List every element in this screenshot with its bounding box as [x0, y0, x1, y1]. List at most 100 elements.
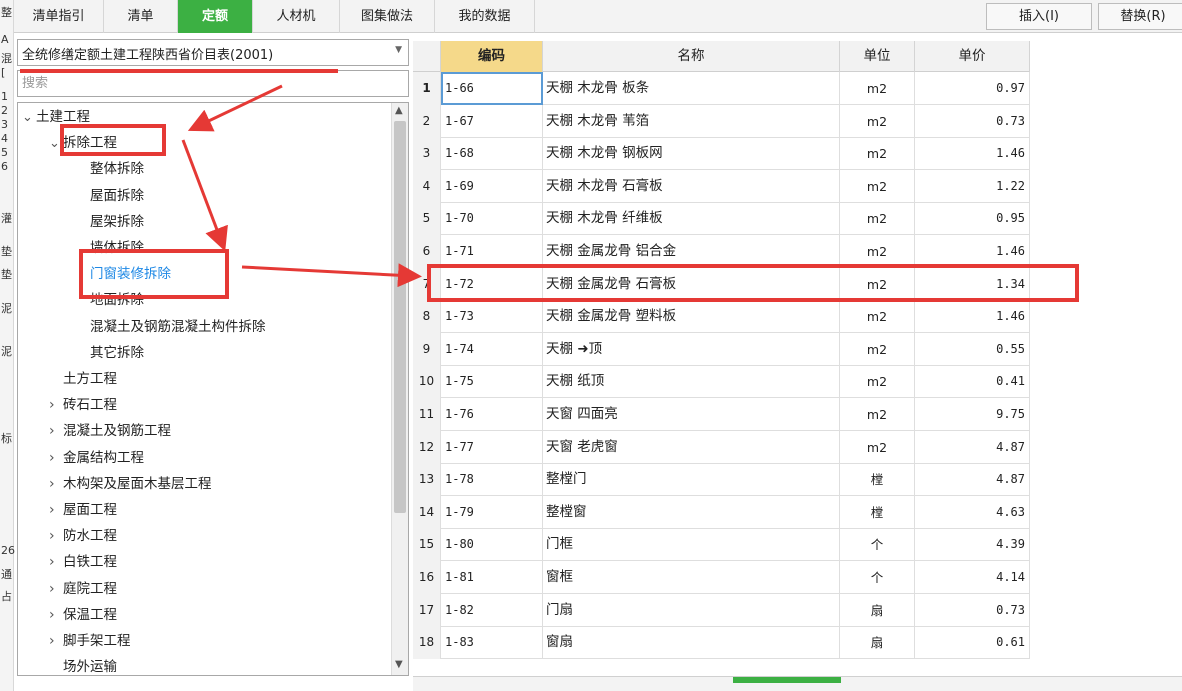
- tree-item[interactable]: 土方工程: [49, 367, 117, 391]
- chevron-right-icon[interactable]: ›: [49, 603, 63, 627]
- tree-item[interactable]: › 脚手架工程: [49, 629, 131, 653]
- table-row[interactable]: 9 1-74 天棚 ➜顶 m2 0.55: [413, 332, 1030, 366]
- quota-unit[interactable]: m2: [840, 169, 915, 203]
- quota-price[interactable]: 0.97: [915, 72, 1030, 105]
- chevron-down-icon[interactable]: ⌄: [49, 132, 63, 156]
- quota-price[interactable]: 1.46: [915, 300, 1030, 334]
- header-name[interactable]: 名称: [543, 41, 840, 72]
- table-row[interactable]: 6 1-71 天棚 金属龙骨 铝合金 m2 1.46: [413, 235, 1030, 268]
- row-index[interactable]: 15: [413, 528, 441, 562]
- tree-item[interactable]: 整体拆除: [76, 157, 144, 181]
- quota-name[interactable]: 天棚 木龙骨 石膏板: [543, 169, 840, 203]
- tree-item[interactable]: › 木构架及屋面木基层工程: [49, 472, 212, 496]
- chevron-right-icon[interactable]: ›: [49, 550, 63, 574]
- row-index[interactable]: 7: [413, 267, 441, 301]
- row-index[interactable]: 8: [413, 300, 441, 334]
- row-index[interactable]: 1: [413, 72, 441, 105]
- quota-code[interactable]: 1-74: [441, 332, 543, 366]
- table-row[interactable]: 17 1-82 门扇扇 0.73: [413, 593, 1030, 627]
- quota-price[interactable]: 1.34: [915, 267, 1030, 301]
- chevron-down-icon[interactable]: ⌄: [22, 106, 36, 130]
- quota-name[interactable]: 天棚 金属龙骨 石膏板: [543, 267, 840, 301]
- dropdown-arrow-icon[interactable]: ▼: [395, 45, 402, 55]
- quota-code[interactable]: 1-82: [441, 593, 543, 627]
- row-index[interactable]: 9: [413, 332, 441, 366]
- tree-item[interactable]: 其它拆除: [76, 341, 144, 365]
- quota-unit[interactable]: m2: [840, 430, 915, 464]
- quota-name[interactable]: 天窗 老虎窗: [543, 430, 840, 464]
- tree-item[interactable]: 门窗装修拆除: [76, 262, 171, 286]
- quota-price[interactable]: 4.87: [915, 463, 1030, 497]
- tree-item[interactable]: 屋面拆除: [76, 184, 144, 208]
- tree-scrollbar[interactable]: ▲ ▼: [391, 103, 408, 675]
- row-index[interactable]: 17: [413, 593, 441, 627]
- quota-price[interactable]: 0.61: [915, 626, 1030, 660]
- table-row[interactable]: 10 1-75 天棚 纸顶 m2 0.41: [413, 365, 1030, 399]
- quota-price[interactable]: 1.22: [915, 169, 1030, 203]
- tree-item[interactable]: 屋架拆除: [76, 210, 144, 234]
- quota-name[interactable]: 天棚 木龙骨 板条: [543, 72, 840, 105]
- quota-unit[interactable]: 扇: [840, 626, 915, 660]
- chevron-right-icon[interactable]: ›: [49, 498, 63, 522]
- quota-name[interactable]: 天棚 金属龙骨 塑料板: [543, 300, 840, 334]
- chevron-right-icon[interactable]: ›: [49, 524, 63, 548]
- header-price[interactable]: 单价: [915, 41, 1030, 72]
- quota-code[interactable]: 1-78: [441, 463, 543, 497]
- tree-item[interactable]: ⌄ 土建工程: [22, 105, 90, 129]
- tab-labor-material-machine[interactable]: 人材机: [253, 0, 340, 33]
- quota-unit[interactable]: m2: [840, 137, 915, 171]
- scroll-down-icon[interactable]: ▼: [395, 660, 405, 670]
- row-index[interactable]: 10: [413, 365, 441, 399]
- tree-item[interactable]: › 白铁工程: [49, 550, 117, 574]
- row-index[interactable]: 16: [413, 561, 441, 594]
- quota-code[interactable]: 1-80: [441, 528, 543, 562]
- tree-item[interactable]: › 金属结构工程: [49, 446, 144, 470]
- quota-price[interactable]: 4.14: [915, 561, 1030, 594]
- quota-code[interactable]: 1-71: [441, 235, 543, 268]
- quota-price[interactable]: 1.46: [915, 137, 1030, 171]
- tree-item[interactable]: 场外运输: [49, 655, 117, 675]
- quota-code[interactable]: 1-68: [441, 137, 543, 171]
- quota-code[interactable]: 1-73: [441, 300, 543, 334]
- quota-name[interactable]: 门扇: [543, 593, 840, 627]
- tree-item[interactable]: › 砖石工程: [49, 393, 117, 417]
- quota-price[interactable]: 4.39: [915, 528, 1030, 562]
- quota-unit[interactable]: m2: [840, 300, 915, 334]
- tab-quota[interactable]: 定额: [178, 0, 253, 33]
- quota-price[interactable]: 4.87: [915, 430, 1030, 464]
- row-index[interactable]: 12: [413, 430, 441, 464]
- row-index[interactable]: 4: [413, 169, 441, 203]
- quota-price[interactable]: 0.95: [915, 202, 1030, 236]
- replace-button[interactable]: 替换(R): [1098, 3, 1182, 30]
- quota-name[interactable]: 天棚 ➜顶: [543, 332, 840, 366]
- quota-price[interactable]: 0.55: [915, 332, 1030, 366]
- search-input[interactable]: [17, 70, 409, 97]
- quota-unit[interactable]: m2: [840, 365, 915, 399]
- table-row[interactable]: 3 1-68 天棚 木龙骨 钢板网 m2 1.46: [413, 137, 1030, 171]
- quota-unit[interactable]: 樘: [840, 463, 915, 497]
- tab-my-data[interactable]: 我的数据: [435, 0, 535, 33]
- quota-code[interactable]: 1-72: [441, 267, 543, 301]
- quota-unit[interactable]: m2: [840, 235, 915, 268]
- chevron-right-icon[interactable]: ›: [49, 472, 63, 496]
- quota-code[interactable]: 1-75: [441, 365, 543, 399]
- quota-name[interactable]: 整樘窗: [543, 495, 840, 529]
- quota-price[interactable]: 9.75: [915, 398, 1030, 431]
- insert-button[interactable]: 插入(I): [986, 3, 1092, 30]
- quota-unit[interactable]: m2: [840, 398, 915, 431]
- quota-unit[interactable]: m2: [840, 72, 915, 105]
- row-index[interactable]: 18: [413, 626, 441, 660]
- quota-unit[interactable]: 樘: [840, 495, 915, 529]
- quota-name[interactable]: 天窗 四面亮: [543, 398, 840, 431]
- quota-unit[interactable]: m2: [840, 202, 915, 236]
- quota-price[interactable]: 0.41: [915, 365, 1030, 399]
- quota-unit[interactable]: 个: [840, 528, 915, 562]
- tree-item[interactable]: › 防水工程: [49, 524, 117, 548]
- quota-name[interactable]: 天棚 金属龙骨 铝合金: [543, 235, 840, 268]
- header-code[interactable]: 编码: [441, 41, 543, 72]
- quota-code[interactable]: 1-77: [441, 430, 543, 464]
- table-row[interactable]: 12 1-77 天窗 老虎窗 m2 4.87: [413, 430, 1030, 464]
- quota-library-select[interactable]: 全统修缮定额土建工程陕西省价目表(2001) ▼: [17, 39, 409, 66]
- quota-name[interactable]: 天棚 木龙骨 苇箔: [543, 104, 840, 138]
- table-row[interactable]: 16 1-81 窗框个 4.14: [413, 561, 1030, 594]
